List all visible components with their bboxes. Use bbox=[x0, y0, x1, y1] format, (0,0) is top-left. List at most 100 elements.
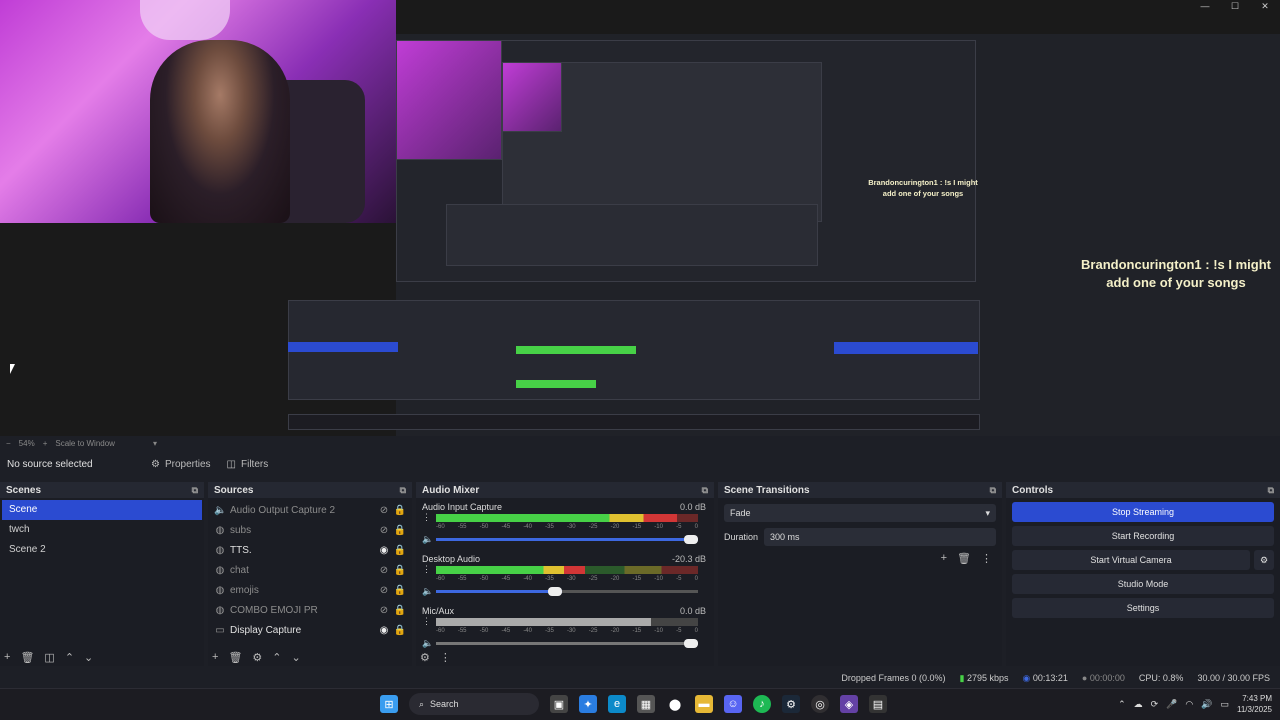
undock-icon[interactable]: ⧉ bbox=[702, 485, 708, 496]
scene-item[interactable]: Scene 2 bbox=[2, 540, 202, 560]
undock-icon[interactable]: ⧉ bbox=[400, 485, 406, 496]
start-virtual-camera-button[interactable]: Start Virtual Camera bbox=[1012, 550, 1250, 570]
menu-dots-icon[interactable]: ⋮ bbox=[422, 564, 431, 575]
lock-icon[interactable]: 🔒 bbox=[392, 525, 408, 536]
eye-hidden-icon[interactable]: ⊘ bbox=[376, 585, 392, 596]
trash-icon[interactable]: 🗑 bbox=[957, 552, 971, 565]
lock-icon[interactable]: 🔒 bbox=[392, 545, 408, 556]
add-icon[interactable]: + bbox=[212, 651, 218, 664]
controls-title: Controls ⧉ bbox=[1006, 482, 1280, 498]
start-recording-button[interactable]: Start Recording bbox=[1012, 526, 1274, 546]
slider-handle[interactable] bbox=[684, 639, 698, 648]
filters-label: Filters bbox=[241, 458, 269, 470]
add-icon[interactable]: + bbox=[4, 651, 10, 664]
file-explorer-icon[interactable]: ▬ bbox=[695, 695, 713, 713]
clock[interactable]: 7:43 PM 11/3/2025 bbox=[1237, 693, 1272, 715]
lock-icon[interactable]: 🔒 bbox=[392, 505, 408, 516]
virtual-camera-settings-icon[interactable]: ⚙ bbox=[1254, 550, 1274, 570]
chevron-up-icon[interactable]: ⌃ bbox=[1118, 699, 1126, 710]
duration-field[interactable]: 300 ms bbox=[764, 528, 996, 546]
slider-handle[interactable] bbox=[547, 587, 562, 596]
arrow-down-icon[interactable]: ⌄ bbox=[292, 651, 301, 664]
stop-streaming-button[interactable]: Stop Streaming bbox=[1012, 502, 1274, 522]
sync-icon[interactable]: ⟳ bbox=[1151, 699, 1159, 710]
eye-hidden-icon[interactable]: ⊘ bbox=[376, 565, 392, 576]
trash-icon[interactable]: 🗑 bbox=[228, 651, 242, 664]
menu-dots-icon[interactable]: ⋮ bbox=[981, 552, 992, 565]
chevron-down-icon[interactable]: ▾ bbox=[153, 439, 157, 448]
wifi-icon[interactable]: ◠ bbox=[1185, 699, 1193, 710]
lock-icon[interactable]: 🔒 bbox=[392, 625, 408, 636]
menu-dots-icon[interactable]: ⋮ bbox=[422, 616, 431, 627]
menu-dots-icon[interactable]: ⋮ bbox=[422, 512, 431, 523]
scene-item[interactable]: Scene bbox=[2, 500, 202, 520]
studio-mode-button[interactable]: Studio Mode bbox=[1012, 574, 1274, 594]
source-item[interactable]: 🔈 Audio Output Capture 2 ⊘ 🔒 bbox=[210, 500, 408, 520]
gear-icon[interactable]: ⚙ bbox=[252, 651, 262, 664]
volume-slider[interactable] bbox=[436, 639, 698, 648]
app-grid-icon[interactable]: ▤ bbox=[869, 695, 887, 713]
steam-icon[interactable]: ⚙ bbox=[782, 695, 800, 713]
lock-icon[interactable]: 🔒 bbox=[392, 565, 408, 576]
settings-button[interactable]: Settings bbox=[1012, 598, 1274, 618]
source-item[interactable]: ◍ emojis ⊘ 🔒 bbox=[210, 580, 408, 600]
lock-icon[interactable]: 🔒 bbox=[392, 605, 408, 616]
cloud-icon[interactable]: ☁ bbox=[1134, 699, 1143, 710]
task-view-icon[interactable]: ▣ bbox=[550, 695, 568, 713]
program-preview[interactable]: Brandoncurington1 : !s I might add one o… bbox=[0, 0, 1280, 436]
meter-ticks: -60 -55 -50 -45 -40 -35 -30 -25 -20 -15 -10 -5 0 bbox=[436, 524, 698, 532]
stream-time: 00:13:21 bbox=[1032, 672, 1068, 683]
menu-dots-icon[interactable]: ⋮ bbox=[440, 651, 451, 664]
eye-icon[interactable]: ◉ bbox=[376, 625, 392, 636]
muted-speaker-icon[interactable]: 🔈 bbox=[422, 638, 433, 649]
undock-icon[interactable]: ⧉ bbox=[990, 485, 996, 496]
arrow-up-icon[interactable]: ⌃ bbox=[65, 651, 74, 664]
zoom-in-icon[interactable]: + bbox=[43, 439, 48, 448]
gear-icon[interactable]: ⚙ bbox=[420, 651, 430, 664]
obs-icon[interactable]: ◎ bbox=[811, 695, 829, 713]
minimize-button[interactable]: — bbox=[1190, 0, 1220, 14]
scale-mode-select[interactable]: Scale to Window bbox=[55, 439, 115, 448]
battery-icon[interactable]: ▭ bbox=[1220, 699, 1229, 710]
maximize-button[interactable]: ☐ bbox=[1220, 0, 1250, 14]
zoom-out-icon[interactable]: − bbox=[6, 439, 11, 448]
copilot-icon[interactable]: ✦ bbox=[579, 695, 597, 713]
eye-hidden-icon[interactable]: ⊘ bbox=[376, 605, 392, 616]
add-icon[interactable]: + bbox=[941, 552, 947, 565]
properties-button[interactable]: ⚙ Properties bbox=[151, 459, 211, 470]
edge-browser-icon[interactable]: e bbox=[608, 695, 626, 713]
eye-icon[interactable]: ◉ bbox=[376, 545, 392, 556]
windows-start-icon[interactable]: ⊞ bbox=[380, 695, 398, 713]
scene-item[interactable]: twch bbox=[2, 520, 202, 540]
eye-hidden-icon[interactable]: ⊘ bbox=[376, 525, 392, 536]
close-button[interactable]: ✕ bbox=[1250, 0, 1280, 14]
arrow-down-icon[interactable]: ⌄ bbox=[84, 651, 93, 664]
maps-pin-icon[interactable]: ⬤ bbox=[666, 695, 684, 713]
eye-hidden-icon[interactable]: ⊘ bbox=[376, 505, 392, 516]
speaker-icon[interactable]: 🔈 bbox=[422, 586, 433, 597]
volume-icon[interactable]: 🔊 bbox=[1201, 699, 1212, 710]
store-icon[interactable]: ▦ bbox=[637, 695, 655, 713]
undock-icon[interactable]: ⧉ bbox=[192, 485, 198, 496]
undock-icon[interactable]: ⧉ bbox=[1268, 485, 1274, 496]
lock-icon[interactable]: 🔒 bbox=[392, 585, 408, 596]
speaker-icon[interactable]: 🔈 bbox=[422, 534, 433, 545]
slider-handle[interactable] bbox=[684, 535, 698, 544]
taskbar-search[interactable]: ⌕ Search bbox=[409, 693, 539, 715]
trash-icon[interactable]: 🗑 bbox=[20, 651, 34, 664]
discord-icon[interactable]: ☺ bbox=[724, 695, 742, 713]
filters-button[interactable]: ◫ Filters bbox=[227, 459, 269, 470]
source-item[interactable]: ◍ chat ⊘ 🔒 bbox=[210, 560, 408, 580]
filter-icon[interactable]: ◫ bbox=[44, 651, 54, 664]
transition-select[interactable]: Fade ▾ bbox=[724, 504, 996, 522]
source-item[interactable]: ◍ COMBO EMOJI PR ⊘ 🔒 bbox=[210, 600, 408, 620]
volume-slider[interactable] bbox=[436, 535, 698, 544]
spotify-icon[interactable]: ♪ bbox=[753, 695, 771, 713]
volume-slider[interactable] bbox=[436, 587, 698, 596]
arrow-up-icon[interactable]: ⌃ bbox=[272, 651, 281, 664]
mic-icon[interactable]: 🎤 bbox=[1166, 699, 1177, 710]
source-item[interactable]: ◍ subs ⊘ 🔒 bbox=[210, 520, 408, 540]
source-item[interactable]: ▭ Display Capture ◉ 🔒 bbox=[210, 620, 408, 640]
source-item[interactable]: ◍ TTS. ◉ 🔒 bbox=[210, 540, 408, 560]
twitch-icon[interactable]: ◈ bbox=[840, 695, 858, 713]
